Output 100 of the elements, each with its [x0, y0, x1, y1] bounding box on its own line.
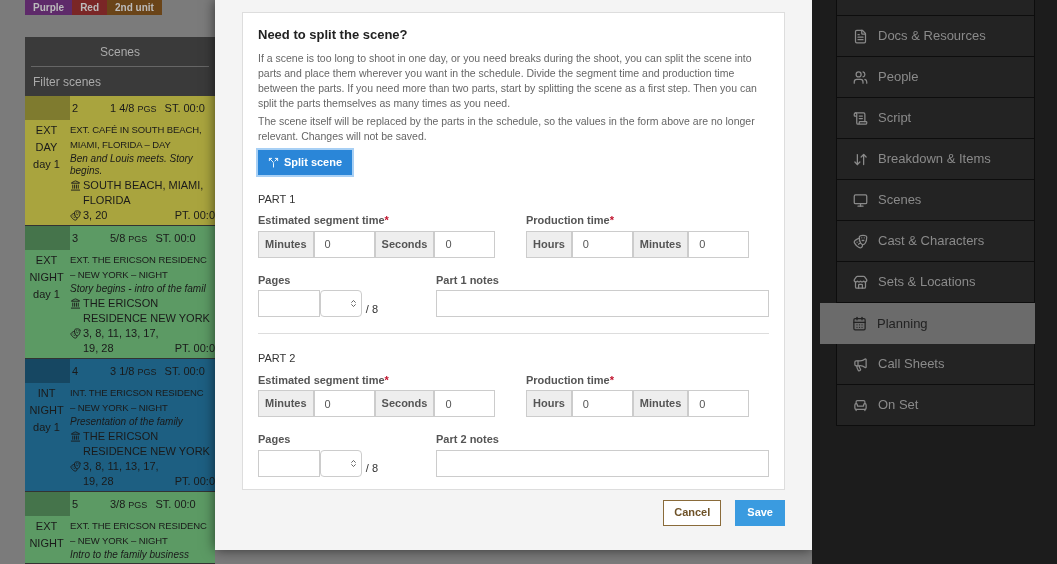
int-ext-label: EXT — [35, 253, 58, 268]
nav-item[interactable]: Cast & Characters — [836, 221, 1035, 262]
split-scene-button[interactable]: Split scene — [258, 149, 353, 175]
scene-card[interactable]: 5 3/8 PGS ST. 00:0 EXT NIGHT EXT. THE ERICSON RESIDENC – NEW YORK – NIGHT Intro to the family business — [25, 492, 215, 564]
document-icon — [853, 28, 868, 44]
scene-production-time: PT. 00:0 — [174, 474, 215, 489]
field-label: Pages — [258, 272, 292, 288]
masks-icon — [70, 328, 81, 339]
nav-item[interactable]: Sets & Locations — [836, 262, 1035, 303]
required-mark: * — [384, 372, 389, 388]
fraction-select[interactable] — [320, 290, 362, 317]
scene-start-time: ST. 00:0 — [155, 496, 196, 512]
help-text: The scene itself will be replaced by the parts in the schedule, so the values in the form above are no longer relevant. Changes will not be saved. — [258, 113, 756, 144]
scene-heading: INT. THE ERICSON RESIDENC — [70, 386, 204, 400]
scene-color-stripe — [25, 96, 70, 120]
scene-heading: MIAMI, FLORIDA – DAY — [70, 138, 171, 152]
scene-production-time: PT. 00:0 — [174, 341, 215, 356]
field-label: Production time — [526, 213, 610, 228]
scene-pages: 5/8 PGS — [110, 230, 148, 246]
color-tag[interactable]: 2nd unit — [107, 0, 162, 15]
time-of-day-label: NIGHT — [29, 536, 64, 551]
input-addon: Minutes — [632, 390, 689, 417]
day-label: day 1 — [33, 420, 60, 435]
scene-pages: 3 1/8 PGS — [110, 363, 157, 379]
int-ext-label: EXT — [35, 519, 58, 534]
megaphone-icon — [853, 356, 868, 372]
scene-color-stripe — [25, 226, 70, 250]
scene-description: Intro to the family business — [70, 549, 190, 561]
cancel-button[interactable]: Cancel — [663, 499, 722, 526]
input-addon: Hours — [526, 390, 572, 417]
building-icon — [70, 180, 81, 191]
scene-description: Ben and Louis meets. Story begins. — [70, 153, 194, 177]
fraction-select[interactable] — [320, 449, 362, 477]
nav-item[interactable]: On Set — [836, 385, 1035, 426]
help-text: If a scene is too long to shoot in one day, or you need breaks during the shoot, you can split the scene into parts and place them wherever you want in the schedule. Divide the segment time and production time between the parts. If you need more than two parts, start by splitting the scene as a first step. Then you can split the parts themselves as many times as you need. — [258, 50, 758, 111]
select-arrows-icon — [348, 299, 358, 308]
color-tag[interactable]: Purple — [25, 0, 73, 15]
notes-field[interactable] — [436, 290, 769, 317]
pages-denominator: / 8 — [365, 461, 378, 476]
nav-item[interactable]: Docs & Resources — [836, 16, 1035, 57]
scene-color-stripe — [25, 359, 70, 383]
int-ext-label: INT — [37, 386, 56, 401]
nav-item[interactable]: Breakdown & Items — [836, 139, 1035, 180]
scene-heading: – NEW YORK – NIGHT — [70, 268, 168, 282]
scene-pages: 1 4/8 PGS — [110, 100, 157, 116]
scene-description: Presentation of the family — [70, 416, 184, 428]
part-title: PART 2 — [258, 351, 297, 366]
nav-item[interactable]: People — [836, 57, 1035, 98]
required-mark: * — [384, 213, 389, 228]
scene-start-time: ST. 00:0 — [164, 363, 205, 379]
scene-start-time: ST. 00:0 — [155, 230, 196, 246]
nav-item[interactable]: Scenes — [836, 180, 1035, 221]
nav-item[interactable]: Planning — [820, 303, 1035, 344]
scene-number: 4 — [72, 363, 80, 379]
scene-production-time: PT. 00:0 — [174, 208, 215, 223]
scene-heading: EXT. THE ERICSON RESIDENC — [70, 253, 207, 267]
number-field[interactable]: 0 — [434, 230, 496, 258]
input-addon: Minutes — [632, 230, 689, 258]
save-button[interactable]: Save — [735, 499, 785, 526]
building-icon — [70, 298, 81, 309]
input-addon: Minutes — [258, 390, 314, 417]
scene-start-time: ST. 00:0 — [164, 100, 205, 116]
scene-card[interactable]: 2 1 4/8 PGS ST. 00:0 EXT DAY day 1 EXT. CAFÉ IN SOUTH BEACH, MIAMI, FLORIDA – DAY Ben and Louis meets. Story begins. SOUTH BEACH, MIAMI, FLORIDA 3, 20 PT. 00:0 — [25, 96, 215, 226]
scene-number: 5 — [72, 496, 80, 512]
input-addon: Minutes — [258, 230, 314, 258]
number-field[interactable]: 0 — [313, 390, 375, 417]
nav-item[interactable]: Script — [836, 98, 1035, 139]
notes-field[interactable] — [436, 449, 769, 477]
scene-cast: 3, 20 — [83, 208, 108, 223]
split-icon — [268, 156, 279, 168]
number-field[interactable]: 0 — [571, 230, 633, 258]
store-icon — [853, 274, 868, 290]
number-field[interactable]: 0 — [688, 230, 750, 258]
day-label: day 1 — [33, 287, 60, 302]
field-label: Part 2 notes — [436, 432, 500, 447]
number-field[interactable]: 0 — [434, 390, 496, 417]
number-field[interactable]: 0 — [688, 390, 750, 417]
people-icon — [853, 69, 868, 85]
chair-icon — [853, 397, 868, 413]
scene-cast: 3, 8, 11, 13, 17, 19, 28 — [83, 459, 160, 489]
scene-card[interactable]: 3 5/8 PGS ST. 00:0 EXT NIGHT day 1 EXT. THE ERICSON RESIDENC – NEW YORK – NIGHT Story begins - intro of the famil THE ERICSON RESIDENCE NEW YORK 3, 8, 11, 13, 17, 19, 28 PT. 00:0 — [25, 226, 215, 359]
required-mark: * — [609, 372, 614, 388]
masks-icon — [70, 210, 81, 221]
screen-icon — [853, 192, 868, 208]
number-field[interactable]: 0 — [313, 230, 375, 258]
scene-heading: EXT. THE ERICSON RESIDENC — [70, 519, 207, 533]
time-of-day-label: DAY — [35, 140, 58, 155]
int-ext-label: EXT — [35, 123, 58, 138]
pages-field[interactable] — [258, 449, 320, 477]
number-field[interactable]: 0 — [571, 390, 633, 417]
pages-field[interactable] — [258, 290, 320, 317]
color-tag[interactable]: Red — [72, 0, 108, 15]
masks-icon — [853, 233, 868, 249]
pages-denominator: / 8 — [365, 301, 378, 317]
scene-number: 2 — [72, 100, 80, 116]
input-addon: Seconds — [374, 230, 435, 258]
scene-heading: – NEW YORK – NIGHT — [70, 401, 168, 415]
field-label: Part 1 notes — [436, 272, 500, 288]
nav-item[interactable]: Call Sheets — [836, 344, 1035, 385]
masks-icon — [70, 461, 81, 472]
